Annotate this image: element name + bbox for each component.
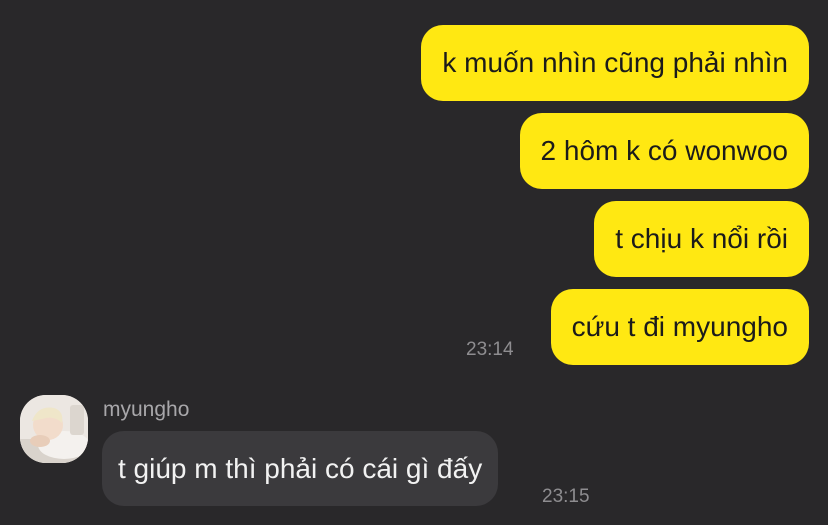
message-text: cứu t đi myungho bbox=[571, 311, 788, 342]
sender-name: myungho bbox=[103, 398, 190, 421]
outgoing-message-bubble[interactable]: 2 hôm k có wonwoo bbox=[519, 113, 809, 189]
incoming-message-bubble[interactable]: t giúp m thì phải có cái gì đấy bbox=[102, 431, 499, 506]
outgoing-message-bubble[interactable]: t chịu k nổi rồi bbox=[594, 201, 809, 277]
avatar-photo-icon bbox=[20, 395, 88, 463]
chat-thread: k muốn nhìn cũng phải nhìn 2 hôm k có wo… bbox=[0, 0, 828, 525]
sender-avatar[interactable] bbox=[20, 395, 88, 463]
outgoing-message-bubble[interactable]: cứu t đi myungho bbox=[550, 289, 809, 365]
message-text: t chịu k nổi rồi bbox=[615, 223, 788, 254]
outgoing-message-bubble[interactable]: k muốn nhìn cũng phải nhìn bbox=[421, 25, 809, 101]
message-text: t giúp m thì phải có cái gì đấy bbox=[118, 453, 483, 484]
message-text: 2 hôm k có wonwoo bbox=[540, 135, 788, 166]
outgoing-timestamp: 23:14 bbox=[466, 339, 514, 360]
message-text: k muốn nhìn cũng phải nhìn bbox=[442, 47, 788, 78]
incoming-timestamp: 23:15 bbox=[542, 486, 590, 507]
